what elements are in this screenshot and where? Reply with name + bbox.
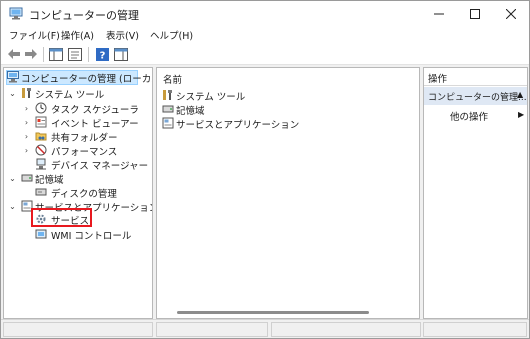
list-item[interactable]: 記憶域 xyxy=(176,103,205,117)
device-manager-icon xyxy=(36,158,46,170)
tree-item-disk-management[interactable]: ディスクの管理 xyxy=(51,186,117,200)
expand-icon[interactable]: › xyxy=(22,104,31,113)
action-section-header[interactable]: コンピューターの管理... ▲ xyxy=(424,87,527,105)
computer-management-icon xyxy=(9,7,23,20)
close-icon xyxy=(506,9,516,19)
tree-root-label[interactable]: コンピューターの管理 (ローカル) xyxy=(21,71,152,85)
collapse-triangle-icon[interactable]: ▲ xyxy=(517,90,523,99)
tree-item-wmi-control[interactable]: WMI コントロール xyxy=(51,228,131,242)
minimize-button[interactable] xyxy=(421,1,457,27)
expand-icon[interactable]: › xyxy=(22,146,31,155)
status-bar xyxy=(1,319,529,338)
tree-item-device-manager[interactable]: デバイス マネージャー xyxy=(51,158,148,172)
tree-pane: コンピューターの管理 (ローカル) ⌄ システム ツール › タスク スケジュー… xyxy=(3,67,153,319)
tree-item-event-viewer[interactable]: イベント ビューアー xyxy=(51,116,139,130)
status-cell xyxy=(156,322,268,337)
status-cell xyxy=(423,322,527,337)
forward-arrow-icon xyxy=(25,49,37,59)
back-arrow-icon xyxy=(8,49,20,59)
action-pane-title: 操作 xyxy=(428,74,448,85)
tree-item-shared-folders[interactable]: 共有フォルダー xyxy=(51,130,118,144)
task-scheduler-icon xyxy=(35,102,47,114)
maximize-icon xyxy=(470,9,480,19)
maximize-button[interactable] xyxy=(457,1,493,27)
help-icon: ? xyxy=(95,47,109,61)
system-tools-icon xyxy=(22,88,31,98)
show-hide-action-pane-icon xyxy=(114,47,128,61)
computer-management-window: コンピューターの管理 ファイル(F) 操作(A) 表示(V) ヘルプ(H) ? … xyxy=(0,0,530,339)
expand-collapse-icon[interactable]: ⌄ xyxy=(8,202,17,211)
disk-management-icon xyxy=(35,188,47,196)
show-hide-tree-button[interactable] xyxy=(48,46,64,62)
tree-item-system-tools[interactable]: システム ツール xyxy=(35,87,104,101)
tree-item-performance[interactable]: パフォーマンス xyxy=(51,144,117,158)
system-tools-icon xyxy=(163,90,172,100)
menu-help[interactable]: ヘルプ(H) xyxy=(150,28,193,42)
minimize-icon xyxy=(434,13,444,15)
event-viewer-icon xyxy=(35,116,47,128)
show-hide-tree-icon xyxy=(49,47,63,61)
submenu-arrow-icon[interactable]: ▶ xyxy=(518,110,524,119)
toolbar: ? xyxy=(1,44,529,65)
properties-button[interactable] xyxy=(67,46,83,62)
forward-button[interactable] xyxy=(23,46,39,62)
expand-collapse-icon[interactable]: ⌄ xyxy=(8,174,17,183)
menu-view[interactable]: 表示(V) xyxy=(106,28,139,42)
action-pane-header: 操作 xyxy=(424,68,527,86)
services-applications-icon xyxy=(162,117,174,129)
computer-management-icon xyxy=(7,71,19,83)
action-section-label: コンピューターの管理... xyxy=(428,93,527,103)
expand-icon[interactable]: › xyxy=(22,118,31,127)
menu-action[interactable]: 操作(A) xyxy=(61,28,94,42)
tree-item-task-scheduler[interactable]: タスク スケジューラ xyxy=(51,102,139,116)
close-button[interactable] xyxy=(493,1,529,27)
tree-item-services[interactable]: サービス xyxy=(51,213,89,227)
svg-text:?: ? xyxy=(99,50,105,61)
show-hide-action-pane-button[interactable] xyxy=(113,46,129,62)
tree-item-storage[interactable]: 記憶域 xyxy=(35,172,64,186)
menu-file[interactable]: ファイル(F) xyxy=(9,28,60,42)
window-title: コンピューターの管理 xyxy=(29,9,139,22)
storage-icon xyxy=(21,174,33,182)
horizontal-scrollbar[interactable] xyxy=(177,311,369,314)
menu-bar: ファイル(F) 操作(A) 表示(V) ヘルプ(H) xyxy=(1,27,529,44)
toolbar-separator xyxy=(43,47,44,62)
content-pane: 名前 システム ツール 記憶域 サービスとアプリケーション xyxy=(156,67,420,319)
back-button[interactable] xyxy=(6,46,22,62)
action-other[interactable]: 他の操作 xyxy=(450,109,488,123)
help-button[interactable]: ? xyxy=(94,46,110,62)
storage-icon xyxy=(162,105,174,113)
status-cell xyxy=(3,322,153,337)
expand-collapse-icon[interactable]: ⌄ xyxy=(8,89,17,98)
list-item[interactable]: システム ツール xyxy=(176,89,245,103)
column-header-name[interactable]: 名前 xyxy=(163,72,182,86)
shared-folders-icon xyxy=(35,132,47,141)
wmi-control-icon xyxy=(35,229,47,239)
expand-icon[interactable]: › xyxy=(22,132,31,141)
status-cell xyxy=(271,322,421,337)
list-item[interactable]: サービスとアプリケーション xyxy=(176,117,299,131)
action-pane: 操作 コンピューターの管理... ▲ 他の操作 ▶ xyxy=(423,67,528,319)
performance-icon xyxy=(35,144,47,156)
toolbar-separator xyxy=(88,47,89,62)
properties-icon xyxy=(68,47,82,61)
services-gear-icon xyxy=(36,214,46,224)
title-bar[interactable]: コンピューターの管理 xyxy=(1,1,529,27)
